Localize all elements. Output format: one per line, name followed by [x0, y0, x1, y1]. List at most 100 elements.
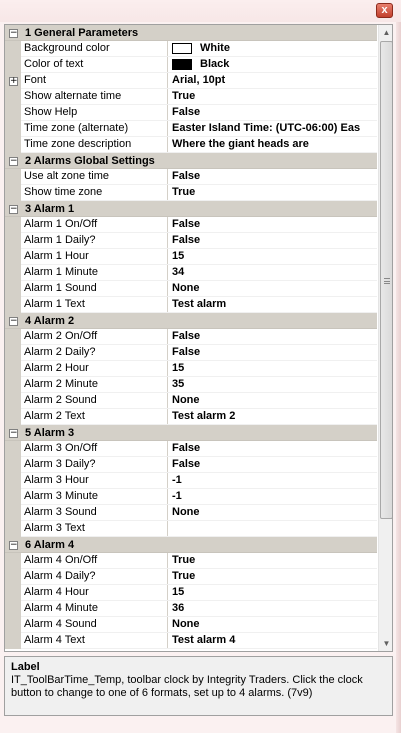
property-row[interactable]: Alarm 2 Minute 35 [5, 377, 377, 393]
property-row[interactable]: Alarm 1 On/Off False [5, 217, 377, 233]
property-row[interactable]: Show Help False [5, 105, 377, 121]
collapse-icon[interactable]: − [9, 317, 18, 326]
property-row[interactable]: Alarm 1 Daily? False [5, 233, 377, 249]
property-row[interactable]: Alarm 3 Sound None [5, 505, 377, 521]
property-row[interactable]: Time zone description Where the giant hea… [5, 137, 377, 153]
property-value-text: True [172, 570, 196, 582]
property-value[interactable]: -1 [168, 489, 377, 504]
property-name: Font [21, 73, 168, 88]
property-value[interactable]: 34 [168, 265, 377, 280]
property-value[interactable] [168, 521, 377, 536]
property-row[interactable]: Alarm 4 Minute 36 [5, 601, 377, 617]
property-value[interactable]: Test alarm [168, 297, 377, 312]
property-value[interactable]: False [168, 105, 377, 120]
property-value[interactable]: True [168, 89, 377, 104]
property-value[interactable]: False [168, 345, 377, 360]
scroll-up-button[interactable]: ▲ [379, 25, 392, 40]
property-row[interactable]: Background color White [5, 41, 377, 57]
category-header[interactable]: −6 Alarm 4 [5, 537, 377, 553]
category-header[interactable]: −3 Alarm 1 [5, 201, 377, 217]
property-value[interactable]: 36 [168, 601, 377, 616]
property-row[interactable]: Alarm 2 Hour 15 [5, 361, 377, 377]
row-gutter [5, 249, 21, 265]
scroll-down-button[interactable]: ▼ [379, 636, 392, 651]
property-row[interactable]: Alarm 1 Hour 15 [5, 249, 377, 265]
property-row[interactable]: Alarm 1 Text Test alarm [5, 297, 377, 313]
property-value[interactable]: False [168, 169, 377, 184]
property-row[interactable]: Alarm 2 Sound None [5, 393, 377, 409]
row-gutter [5, 57, 21, 73]
property-row[interactable]: Alarm 3 Minute -1 [5, 489, 377, 505]
property-row[interactable]: Alarm 1 Minute 34 [5, 265, 377, 281]
expand-icon[interactable]: + [9, 77, 18, 86]
property-value[interactable]: None [168, 393, 377, 408]
property-value-text: 36 [172, 602, 185, 614]
property-row[interactable]: Alarm 1 Sound None [5, 281, 377, 297]
property-value[interactable]: False [168, 217, 377, 232]
property-value[interactable]: None [168, 617, 377, 632]
property-value[interactable]: False [168, 441, 377, 456]
category-header[interactable]: −2 Alarms Global Settings [5, 153, 377, 169]
property-row[interactable]: Alarm 4 Text Test alarm 4 [5, 633, 377, 649]
property-value[interactable]: True [168, 553, 377, 568]
property-row[interactable]: Alarm 3 On/Off False [5, 441, 377, 457]
property-row[interactable]: Alarm 4 Sound None [5, 617, 377, 633]
property-value[interactable]: Black [168, 57, 377, 72]
property-row[interactable]: Color of text Black [5, 57, 377, 73]
property-row[interactable]: Alarm 2 Text Test alarm 2 [5, 409, 377, 425]
collapse-icon[interactable]: − [9, 541, 18, 550]
property-value[interactable]: 15 [168, 361, 377, 376]
property-value[interactable]: False [168, 329, 377, 344]
property-name: Alarm 1 Daily? [21, 233, 168, 248]
property-row[interactable]: Use alt zone time False [5, 169, 377, 185]
property-row[interactable]: + Font Arial, 10pt [5, 73, 377, 89]
collapse-icon[interactable]: − [9, 429, 18, 438]
property-value-text: 15 [172, 362, 185, 374]
property-value[interactable]: False [168, 233, 377, 248]
collapse-icon[interactable]: − [9, 205, 18, 214]
category-header[interactable]: −4 Alarm 2 [5, 313, 377, 329]
property-value[interactable]: Test alarm 2 [168, 409, 377, 424]
scroll-thumb[interactable] [380, 41, 392, 519]
vertical-scrollbar[interactable]: ▲ ▼ [378, 25, 392, 651]
category-header[interactable]: −1 General Parameters [5, 25, 377, 41]
property-row[interactable]: Alarm 4 Hour 15 [5, 585, 377, 601]
property-value[interactable]: True [168, 569, 377, 584]
property-value-text: False [172, 442, 201, 454]
property-value[interactable]: 35 [168, 377, 377, 392]
property-row[interactable]: Time zone (alternate) Easter Island Time:… [5, 121, 377, 137]
property-value[interactable]: None [168, 281, 377, 296]
property-value[interactable]: Arial, 10pt [168, 73, 377, 88]
property-grid: −1 General Parameters Background color Whi… [4, 24, 393, 652]
property-value[interactable]: -1 [168, 473, 377, 488]
category-gutter: − [5, 313, 21, 329]
category-label: 3 Alarm 1 [25, 203, 75, 215]
collapse-icon[interactable]: − [9, 29, 18, 38]
property-value[interactable]: Where the giant heads are [168, 137, 377, 152]
property-row[interactable]: Alarm 4 On/Off True [5, 553, 377, 569]
property-value[interactable]: Test alarm 4 [168, 633, 377, 648]
row-gutter [5, 265, 21, 281]
close-button[interactable]: x [376, 3, 393, 18]
property-value[interactable]: True [168, 185, 377, 200]
property-name: Alarm 4 Hour [21, 585, 168, 600]
property-value[interactable]: False [168, 457, 377, 472]
property-name: Alarm 1 Hour [21, 249, 168, 264]
property-row[interactable]: Alarm 3 Text [5, 521, 377, 537]
property-row[interactable]: Alarm 4 Daily? True [5, 569, 377, 585]
property-value[interactable]: White [168, 41, 377, 56]
collapse-icon[interactable]: − [9, 157, 18, 166]
property-value[interactable]: 15 [168, 585, 377, 600]
property-value[interactable]: 15 [168, 249, 377, 264]
property-row[interactable]: Show alternate time True [5, 89, 377, 105]
property-row[interactable]: Alarm 2 On/Off False [5, 329, 377, 345]
row-gutter [5, 329, 21, 345]
property-value[interactable]: None [168, 505, 377, 520]
property-row[interactable]: Alarm 3 Daily? False [5, 457, 377, 473]
property-name: Alarm 2 Hour [21, 361, 168, 376]
property-value[interactable]: Easter Island Time: (UTC-06:00) Eas [168, 121, 377, 136]
property-row[interactable]: Alarm 2 Daily? False [5, 345, 377, 361]
property-row[interactable]: Show time zone True [5, 185, 377, 201]
category-header[interactable]: −5 Alarm 3 [5, 425, 377, 441]
property-row[interactable]: Alarm 3 Hour -1 [5, 473, 377, 489]
